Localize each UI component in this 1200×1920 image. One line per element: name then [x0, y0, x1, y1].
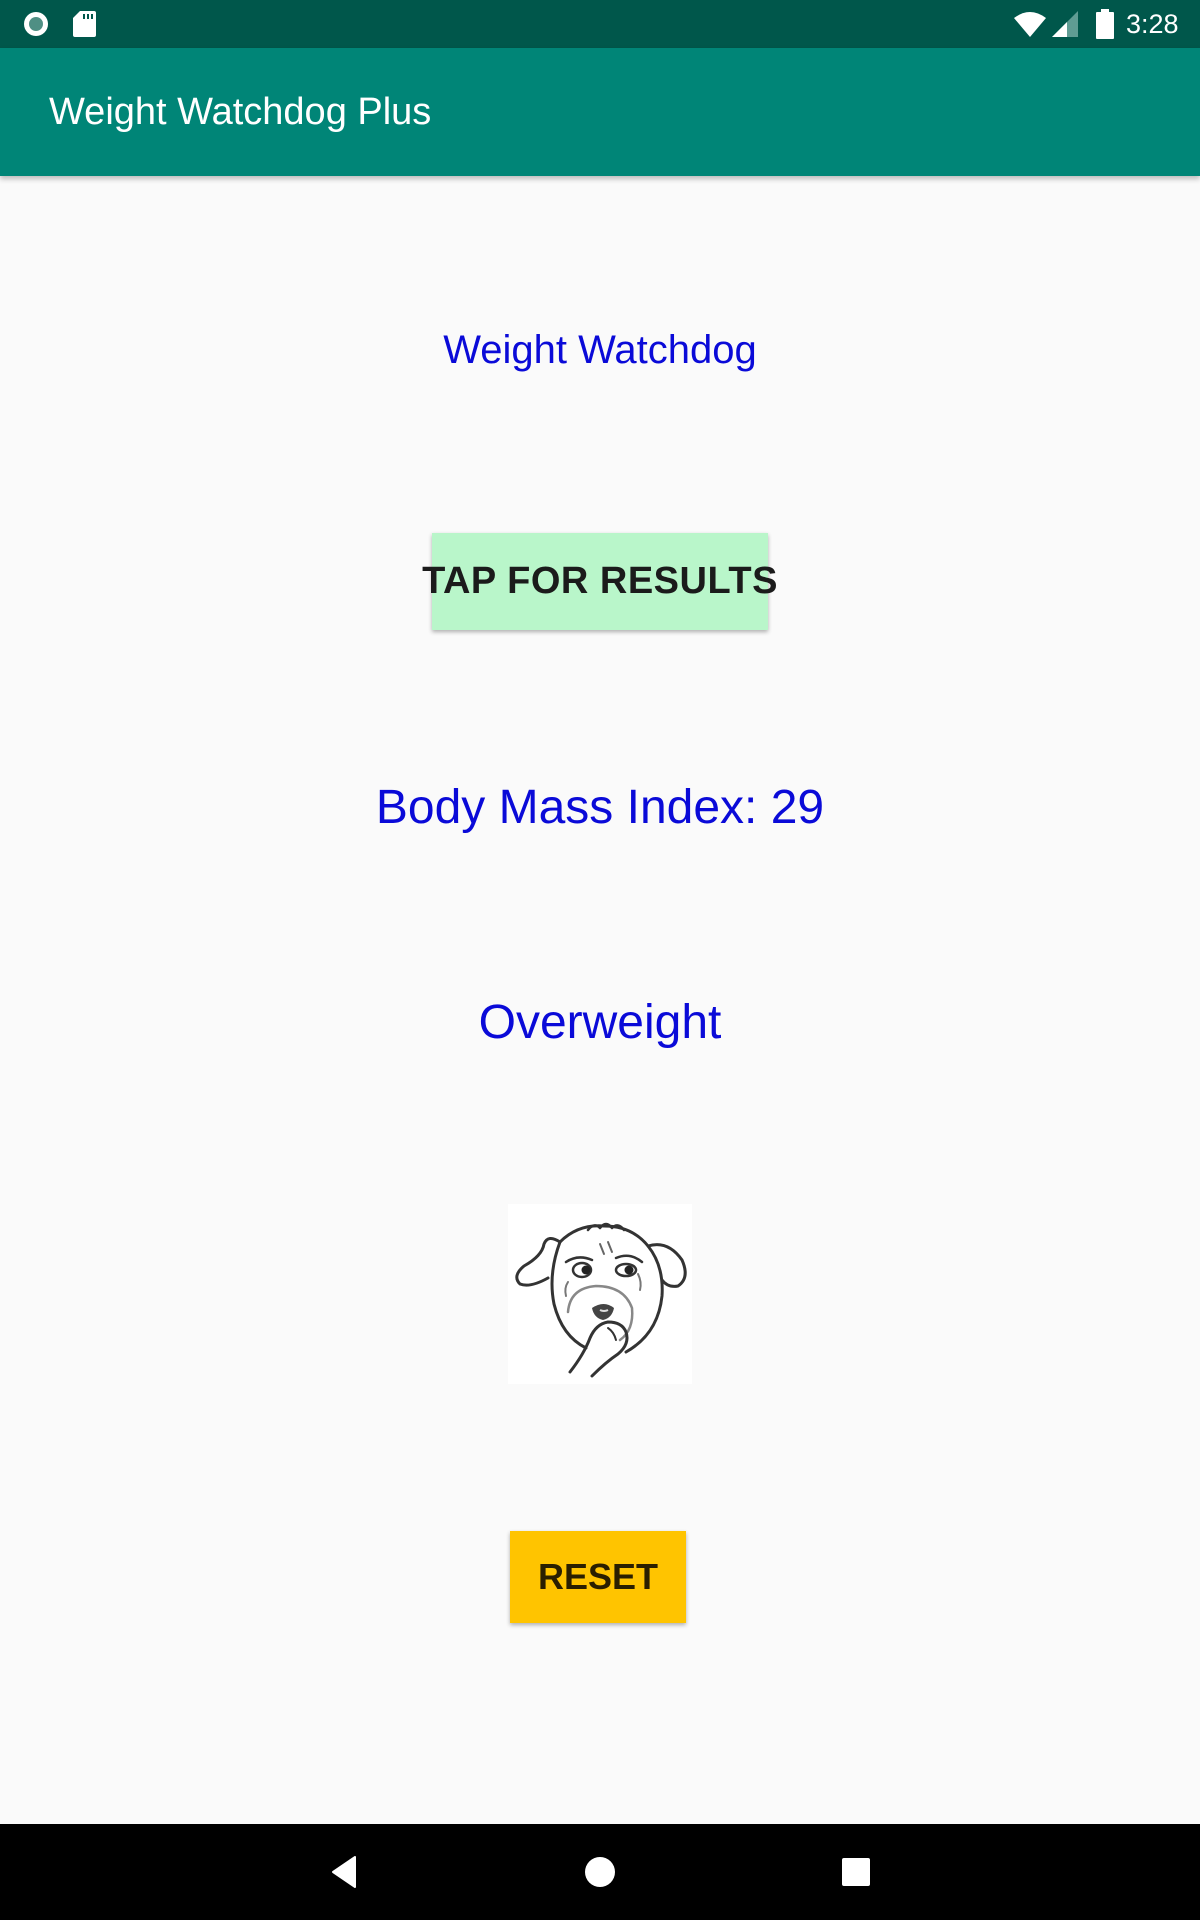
wifi-icon	[1014, 12, 1046, 37]
cell-signal-icon	[1052, 11, 1078, 37]
back-icon	[332, 1856, 356, 1888]
tap-for-results-button[interactable]: TAP FOR RESULTS	[422, 533, 777, 630]
bmi-result-text: Body Mass Index: 29	[375, 781, 825, 834]
nav-recents-button[interactable]	[808, 1824, 904, 1920]
home-icon	[585, 1857, 615, 1887]
sd-card-icon	[73, 11, 96, 37]
battery-icon	[1096, 9, 1114, 39]
status-bar: 3:28	[0, 0, 1200, 48]
navigation-bar	[0, 1824, 1200, 1920]
status-time: 3:28	[1126, 9, 1179, 39]
weight-category-text: Overweight	[478, 996, 722, 1049]
recents-icon	[842, 1858, 870, 1886]
thinking-dog-icon	[515, 1222, 687, 1378]
screen: 3:28 Weight Watchdog Plus Weight Watchdo…	[0, 0, 1200, 1920]
app-title: Weight Watchdog Plus	[49, 91, 432, 133]
page-heading: Weight Watchdog	[443, 328, 757, 372]
thinking-dog-image	[508, 1204, 692, 1384]
nav-home-button[interactable]	[552, 1824, 648, 1920]
nav-back-button[interactable]	[296, 1824, 392, 1920]
reset-button[interactable]: RESET	[510, 1531, 686, 1623]
app-bar: Weight Watchdog Plus	[0, 48, 1200, 176]
notification-circle-icon	[24, 12, 48, 36]
